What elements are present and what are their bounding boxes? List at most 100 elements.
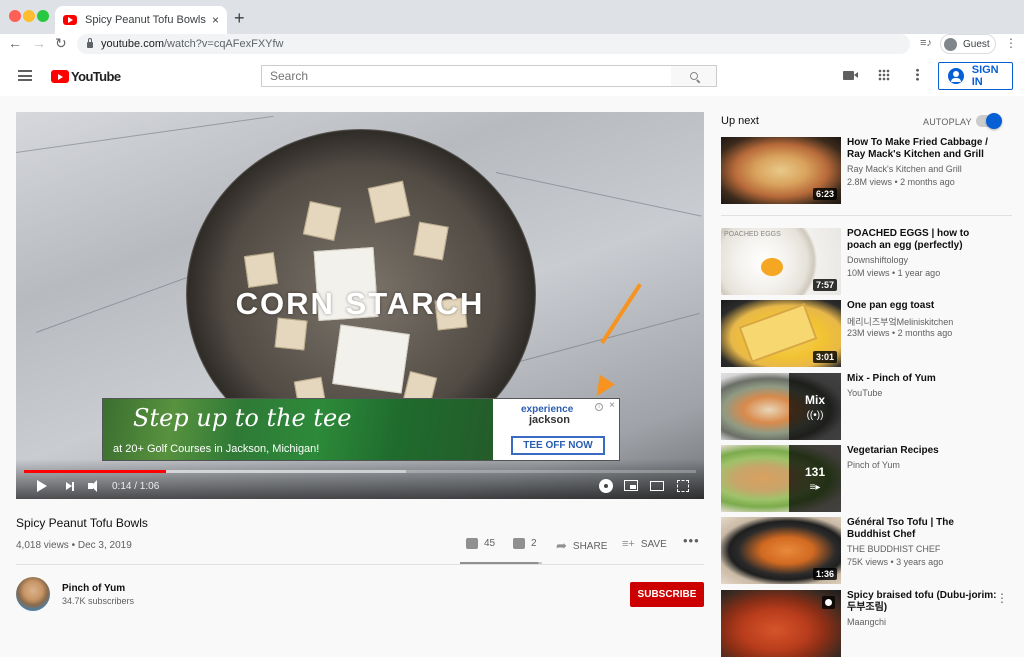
media-control-icon[interactable]: ≡♪: [920, 37, 932, 49]
rec-views: 75K views • 3 years ago: [847, 557, 944, 567]
video-thumbnail[interactable]: 1:36: [721, 517, 841, 584]
create-video-icon[interactable]: [843, 71, 858, 80]
rec-title[interactable]: Général Tso Tofu | The Buddhist Chef: [847, 517, 997, 541]
reload-icon[interactable]: ↻: [55, 35, 67, 52]
ad-close-icon[interactable]: ×: [609, 400, 615, 411]
video-thumbnail[interactable]: POACHED EGGS 7:57: [721, 228, 841, 295]
recommended-video[interactable]: POACHED EGGS 7:57 POACHED EGGS | how to …: [721, 228, 1021, 295]
dislike-button[interactable]: 2: [513, 538, 537, 549]
video-player[interactable]: CORN STARCH Step up to the tee at 20+ Go…: [16, 112, 704, 499]
url-domain: youtube.com: [101, 38, 164, 50]
thumbs-up-icon: [466, 538, 478, 549]
rec-title[interactable]: Vegetarian Recipes: [847, 445, 997, 457]
play-icon[interactable]: [37, 480, 47, 492]
search-box[interactable]: [261, 65, 672, 87]
settings-more-icon[interactable]: [916, 68, 919, 81]
save-button[interactable]: ≡+ SAVE: [622, 538, 667, 550]
share-button[interactable]: ➦ SHARE: [556, 538, 607, 554]
new-tab-button[interactable]: +: [234, 8, 245, 29]
url-text[interactable]: youtube.com/watch?v=cqAFexFXYfw: [101, 38, 284, 50]
youtube-favicon-icon: [63, 15, 77, 25]
browser-titlebar: Spicy Peanut Tofu Bowls - YouTube × +: [0, 0, 1024, 34]
more-options-icon[interactable]: ⋮: [996, 591, 1008, 605]
video-thumbnail[interactable]: Mix ((•)): [721, 373, 841, 440]
channel-avatar[interactable]: [16, 577, 50, 611]
more-actions-button[interactable]: •••: [683, 533, 700, 548]
toast-slice: [738, 303, 818, 363]
sign-in-button[interactable]: SIGN IN: [938, 62, 1013, 90]
cornstarch-pile: [332, 324, 410, 394]
youtube-logo[interactable]: YouTube: [51, 69, 121, 84]
browser-toolbar: ← → ↻ youtube.com/watch?v=cqAFexFXYfw ≡♪…: [0, 34, 1024, 56]
back-arrow-icon[interactable]: ←: [8, 35, 22, 51]
duration-badge: 6:23: [812, 188, 837, 200]
hamburger-menu-icon[interactable]: [18, 70, 32, 81]
playlist-count: 131: [804, 464, 826, 479]
playlist-add-icon: ≡+: [622, 538, 635, 550]
tofu-cube: [413, 221, 449, 261]
tofu-cube: [367, 180, 411, 224]
mix-label: Mix: [804, 392, 825, 407]
search-button[interactable]: [671, 65, 717, 87]
overlay-ad[interactable]: Step up to the tee at 20+ Golf Courses i…: [102, 398, 620, 461]
save-label: SAVE: [640, 538, 667, 550]
video-overlay-caption: CORN STARCH: [235, 286, 485, 321]
apps-grid-icon[interactable]: [878, 69, 890, 81]
video-thumbnail[interactable]: 3:01: [721, 300, 841, 367]
progress-played: [24, 470, 167, 473]
tofu-cube: [274, 317, 308, 351]
thumbnail-caption: POACHED EGGS: [724, 231, 781, 238]
close-window-button[interactable]: [9, 10, 21, 22]
recommended-video[interactable]: 6:23 How To Make Fried Cabbage / Ray Mac…: [721, 137, 1021, 204]
forward-arrow-icon[interactable]: →: [32, 35, 46, 51]
ad-cta-button[interactable]: TEE OFF NOW: [511, 436, 605, 455]
maximize-window-button[interactable]: [37, 10, 49, 22]
profile-button[interactable]: Guest: [940, 34, 996, 54]
search-input[interactable]: [270, 69, 671, 83]
autoplay-toggle[interactable]: [976, 113, 1002, 129]
ad-brand-panel[interactable]: experience jackson i × TEE OFF NOW: [493, 399, 619, 460]
browser-menu-icon[interactable]: ⋮: [1005, 36, 1017, 50]
channel-name[interactable]: Pinch of Yum: [62, 583, 125, 594]
youtube-logo-text: YouTube: [71, 69, 121, 84]
tab-title: Spicy Peanut Tofu Bowls - YouTube: [85, 14, 208, 26]
sidebar-divider: [721, 215, 1012, 216]
subscribe-button[interactable]: SUBSCRIBE: [630, 582, 704, 607]
tab-close-icon[interactable]: ×: [212, 13, 219, 27]
duration-badge: 3:01: [812, 351, 837, 363]
ad-golf-image[interactable]: Step up to the tee at 20+ Golf Courses i…: [103, 399, 493, 460]
browser-tab[interactable]: Spicy Peanut Tofu Bowls - YouTube ×: [55, 6, 227, 34]
recommended-video[interactable]: 1:36 Général Tso Tofu | The Buddhist Che…: [721, 517, 1021, 584]
like-button[interactable]: 45: [466, 538, 495, 549]
rec-title[interactable]: How To Make Fried Cabbage / Ray Mack's K…: [847, 137, 997, 161]
theater-mode-icon[interactable]: [650, 481, 664, 491]
watch-later-icon[interactable]: [822, 596, 835, 609]
minimize-window-button[interactable]: [23, 10, 35, 22]
recommended-video[interactable]: 3:01 One pan egg toast 메리니즈부엌Meliniskitc…: [721, 300, 1021, 367]
settings-gear-icon[interactable]: [600, 480, 612, 492]
dislike-count: 2: [531, 538, 537, 549]
progress-bar[interactable]: [24, 470, 696, 473]
video-thumbnail[interactable]: 6:23: [721, 137, 841, 204]
duration-badge: 1:36: [812, 568, 837, 580]
next-video-icon[interactable]: [66, 481, 74, 491]
recommended-playlist[interactable]: 131 ≡▸ Vegetarian Recipes Pinch of Yum: [721, 445, 1021, 512]
rec-title[interactable]: Mix - Pinch of Yum: [847, 373, 997, 385]
rec-views: 2.8M views • 2 months ago: [847, 177, 955, 187]
rec-channel: Downshiftology: [847, 255, 909, 265]
volume-icon[interactable]: [88, 480, 97, 492]
ad-info-icon[interactable]: i: [595, 403, 603, 411]
ad-brand-line2: jackson: [529, 414, 570, 426]
address-bar[interactable]: youtube.com/watch?v=cqAFexFXYfw: [77, 34, 910, 54]
video-thumbnail[interactable]: 131 ≡▸: [721, 445, 841, 512]
rec-title[interactable]: POACHED EGGS | how to poach an egg (perf…: [847, 228, 997, 252]
subscriber-count: 34.7K subscribers: [62, 596, 135, 606]
fullscreen-icon[interactable]: [677, 480, 689, 492]
recommended-video[interactable]: Spicy braised tofu (Dubu-jorim: 두부조림) Ma…: [721, 590, 1021, 657]
rec-title[interactable]: Spicy braised tofu (Dubu-jorim: 두부조림): [847, 590, 997, 614]
tofu-cube: [243, 252, 279, 288]
recommended-mix[interactable]: Mix ((•)) Mix - Pinch of Yum YouTube: [721, 373, 1021, 440]
up-next-heading: Up next: [721, 115, 759, 127]
miniplayer-icon[interactable]: [624, 480, 638, 491]
rec-title[interactable]: One pan egg toast: [847, 300, 997, 312]
